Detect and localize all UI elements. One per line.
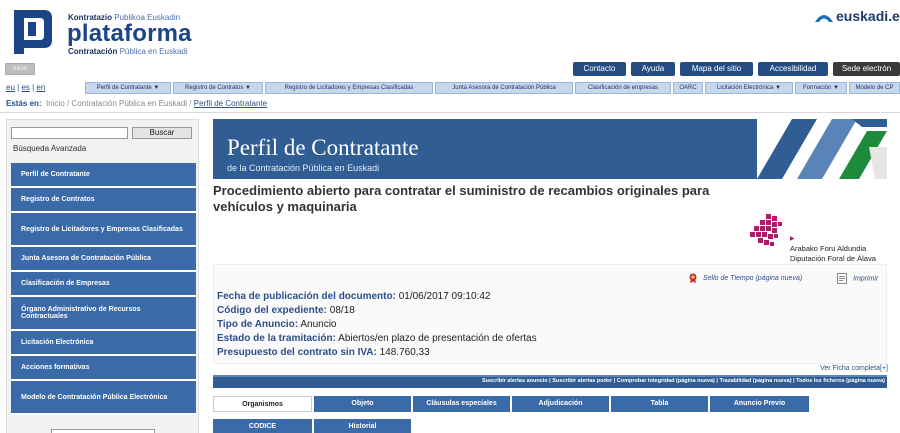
sidebar-item-registro-contratos[interactable]: Registro de Contratos [11, 188, 196, 213]
field-codigo-expediente: Código del expediente: 08/18 [217, 305, 355, 316]
menu-licitacion-electronica[interactable]: Licitación Electrónica ▼ [705, 82, 793, 94]
sidebar-item-acciones-formativas[interactable]: Acciones formativas [11, 356, 196, 381]
breadcrumb: Estás en: Inicio / Contratación Pública … [6, 99, 267, 108]
advanced-search-link[interactable]: Búsqueda Avanzada [13, 144, 86, 153]
org-name-es: Diputación Foral de Álava [790, 254, 876, 263]
banner-subtitle: de la Contratación Pública en Euskadi [227, 163, 380, 173]
menu-registro-contratos[interactable]: Registro de Contratos ▼ [173, 82, 263, 94]
field-tipo-anuncio: Tipo de Anuncio: Anuncio [217, 319, 337, 330]
ayuda-link[interactable]: Ayuda [631, 62, 675, 76]
menu-clasificacion-empresas[interactable]: Clasificación de empresas [575, 82, 671, 94]
language-selector: eu | es | en [6, 83, 46, 92]
sidebar-item-clasificacion-empresas[interactable]: Clasificación de Empresas [11, 272, 196, 297]
field-presupuesto: Presupuesto del contrato sin IVA: 148.76… [217, 347, 430, 358]
ribbon-icon [689, 273, 697, 283]
sidebar-item-perfil-contratante[interactable]: Perfil de Contratante [11, 163, 196, 188]
main-content: Perfil de Contratante de la Contratación… [210, 119, 890, 433]
breadcrumb-contratacion[interactable]: Contratación Pública en Euskadi [71, 99, 187, 108]
sidebar-item-organo-recursos[interactable]: Órgano Administrativo de Recursos Contra… [11, 297, 196, 331]
sello-tiempo-link[interactable]: Sello de Tiempo (página nueva) [689, 273, 802, 283]
search-button[interactable]: Buscar [132, 127, 192, 139]
breadcrumb-inicio[interactable]: Inicio [46, 99, 65, 108]
plataforma-logo-icon[interactable] [6, 6, 62, 56]
menu-modelo-cp[interactable]: Modelo de CP [849, 82, 900, 94]
euskadi-arc-icon [815, 15, 833, 23]
imprimir-link[interactable]: Imprimir [837, 273, 878, 284]
home-mini-button[interactable]: Inicio [5, 63, 35, 75]
procedure-details: Sello de Tiempo (página nueva) Imprimir … [213, 264, 887, 364]
menu-junta-asesora[interactable]: Junta Asesora de Contratación Pública [435, 82, 573, 94]
breadcrumb-sep: / [66, 99, 70, 108]
breadcrumb-sep: / [189, 99, 192, 108]
divider [0, 112, 900, 113]
triangle-icon: ▶ [790, 236, 795, 242]
lang-eu[interactable]: eu [6, 83, 15, 92]
tab-clausulas-especiales[interactable]: Cláusulas especiales [413, 396, 510, 412]
sidebar-item-registro-licitadores[interactable]: Registro de Licitadores y Empresas Clasi… [11, 213, 196, 247]
breadcrumb-label: Estás en: [6, 99, 42, 108]
org-name-eu: Arabako Foru Aldundia [790, 244, 867, 253]
procedure-title: Procedimiento abierto para contratar el … [213, 183, 710, 214]
euskadi-link[interactable]: euskadi.e [814, 8, 900, 24]
mapa-sitio-link[interactable]: Mapa del sitio [680, 62, 753, 76]
sidebar-item-licitacion-electronica[interactable]: Licitación Electrónica [11, 331, 196, 356]
tab-adjudicacion[interactable]: Adjudicación [512, 396, 609, 412]
pdf-icon [837, 273, 847, 284]
tab-organismos[interactable]: Organismos [213, 396, 312, 412]
menu-formacion[interactable]: Formación ▼ [795, 82, 847, 94]
sidebar-item-junta-asesora[interactable]: Junta Asesora de Contratación Pública [11, 247, 196, 272]
banner-decoration-icon [757, 119, 887, 179]
menu-perfil-contratante[interactable]: Perfil de Contratante ▼ [85, 82, 171, 94]
main-menu-row: eu | es | en Perfil de Contratante ▼ Reg… [0, 82, 900, 95]
tab-anuncio-previo[interactable]: Anuncio Previo [710, 396, 809, 412]
tab-objeto[interactable]: Objeto [314, 396, 411, 412]
tab-tabla[interactable]: Tabla [611, 396, 708, 412]
profile-banner: Perfil de Contratante de la Contratación… [213, 119, 887, 179]
breadcrumb-current[interactable]: Perfil de Contratante [194, 99, 267, 108]
accesibilidad-link[interactable]: Accesibilidad [758, 62, 828, 76]
lang-en[interactable]: en [36, 83, 45, 92]
sidebar-item-modelo-contratacion[interactable]: Modelo de Contratación Pública Electróni… [11, 381, 196, 415]
tab-codice[interactable]: CODICE [213, 419, 312, 433]
sidebar: Buscar Búsqueda Avanzada Perfil de Contr… [6, 119, 199, 433]
banner-title: Perfil de Contratante [227, 135, 419, 160]
sede-electronica-link[interactable]: Sede electrón [833, 62, 900, 76]
field-fecha-publicacion: Fecha de publicación del documento: 01/0… [217, 291, 491, 302]
brand-main[interactable]: plataforma [67, 20, 192, 48]
site-header: Kontratazio Publikoa Euskadin plataforma… [0, 0, 900, 62]
top-bar: Inicio Contacto Ayuda Mapa del sitio Acc… [0, 62, 900, 78]
diputacion-foral-logo-icon [750, 214, 782, 246]
search-input[interactable] [11, 127, 128, 139]
ver-ficha-completa-link[interactable]: Ver Ficha completa[+] [820, 365, 888, 372]
menu-registro-licitadores[interactable]: Registro de Licitadores y Empresas Clasi… [265, 82, 433, 94]
contacto-link[interactable]: Contacto [573, 62, 626, 76]
sidebar-bottom-box[interactable] [51, 429, 155, 433]
field-estado-tramitacion: Estado de la tramitación: Abiertos/en pl… [217, 333, 537, 344]
tab-historial[interactable]: Historial [314, 419, 411, 433]
lang-es[interactable]: es [21, 83, 29, 92]
action-bar: Suscribir alertas anuncio | Suscribir al… [213, 375, 887, 388]
organization-name: ▶ Arabako Foru Aldundia Diputación Foral… [790, 233, 876, 264]
menu-oarc[interactable]: OARC [673, 82, 703, 94]
brand-sub: Contratación Pública en Euskadi [68, 47, 188, 56]
action-links[interactable]: Suscribir alertas anuncio | Suscribir al… [482, 378, 885, 384]
